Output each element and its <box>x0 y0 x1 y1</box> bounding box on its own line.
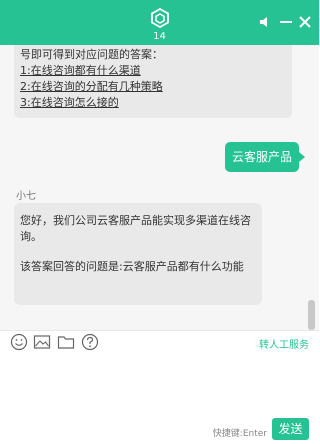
minimize-icon[interactable] <box>279 14 293 30</box>
transfer-to-agent-link[interactable]: 转人工服务 <box>259 336 309 351</box>
folder-icon[interactable] <box>57 333 75 351</box>
scrollbar-thumb[interactable] <box>308 300 315 330</box>
send-button[interactable]: 发送 <box>272 418 309 440</box>
bot-message-bubble: 号即可得到对应问题的答案： 1:在线咨询都有什么渠道 2:在线咨询的分配有几种策… <box>14 45 292 118</box>
answer-source: 该答案回答的问题是:云客服产品都有什么功能 <box>20 260 244 273</box>
help-icon[interactable] <box>81 333 99 351</box>
speaker-icon[interactable] <box>258 14 274 30</box>
chat-history[interactable]: 号即可得到对应问题的答案： 1:在线咨询都有什么渠道 2:在线咨询的分配有几种策… <box>0 45 319 330</box>
faq-link[interactable]: 3:在线咨询怎么接的 <box>20 95 292 111</box>
user-message-bubble: 云客服产品 <box>225 142 305 172</box>
header-count: 14 <box>153 31 166 42</box>
message-text: 号即可得到对应问题的答案： <box>20 48 163 61</box>
faq-link[interactable]: 2:在线咨询的分配有几种策略 <box>20 79 292 95</box>
logo-icon <box>151 8 169 28</box>
close-icon[interactable] <box>298 14 312 30</box>
sender-name: 小七 <box>16 191 36 202</box>
chat-header: 14 <box>0 0 319 45</box>
shortcut-hint: 快捷键:Enter <box>212 429 267 439</box>
message-input[interactable]: 快捷键:Enter 发送 <box>0 354 319 444</box>
composer-toolbar: 转人工服务 <box>0 330 319 354</box>
bot-answer-bubble: 您好，我们公司云客服产品能实现多渠道在线咨询。 该答案回答的问题是:云客服产品都… <box>14 203 262 305</box>
faq-link[interactable]: 1:在线咨询都有什么渠道 <box>20 63 292 79</box>
image-icon[interactable] <box>33 333 51 351</box>
emoji-icon[interactable] <box>10 333 28 351</box>
answer-text: 您好，我们公司云客服产品能实现多渠道在线咨询。 <box>20 214 251 243</box>
